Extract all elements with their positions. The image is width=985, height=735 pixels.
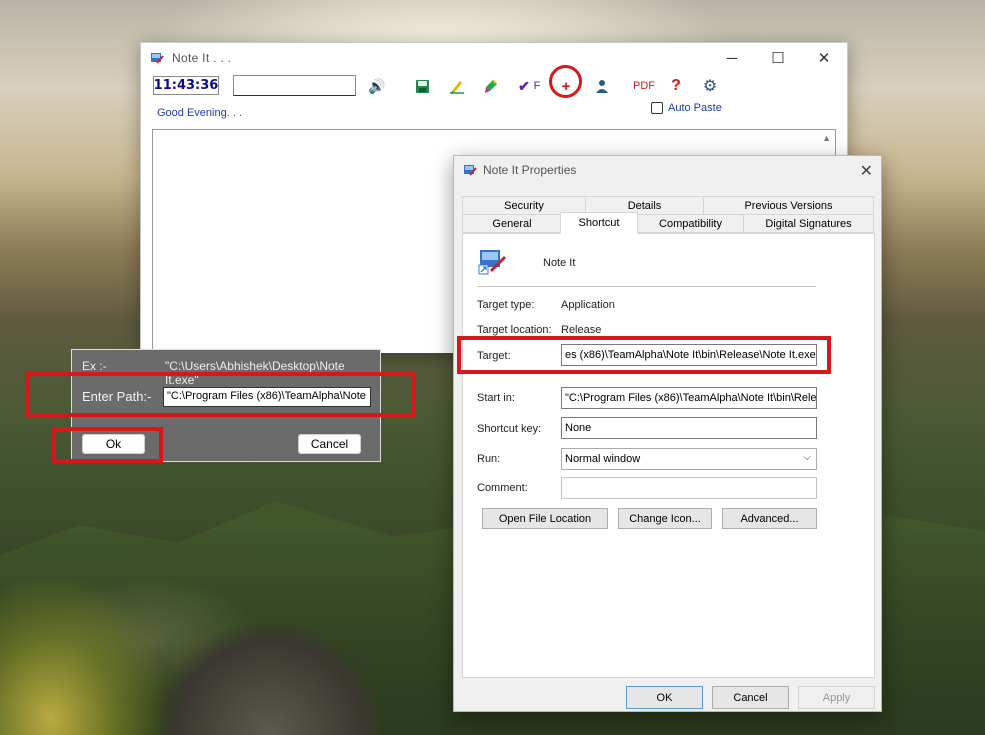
start-in-label: Start in: xyxy=(477,392,515,404)
target-location-value: Release xyxy=(561,324,602,336)
highlight-box-target-annotation xyxy=(457,336,831,374)
cancel-button[interactable]: Cancel xyxy=(298,434,361,454)
run-select-value: Normal window xyxy=(565,453,641,465)
separator xyxy=(477,286,816,287)
edit-pen-icon[interactable] xyxy=(448,77,466,95)
apply-button[interactable]: Apply xyxy=(798,686,875,709)
comment-field[interactable] xyxy=(561,477,817,499)
shortcut-key-field[interactable]: None xyxy=(561,417,817,439)
settings-gear-icon[interactable]: ⚙ xyxy=(702,77,718,95)
close-icon[interactable]: ✕ xyxy=(860,161,873,181)
spell-check-icon[interactable]: ✔ xyxy=(517,77,531,95)
properties-title-bar: Note It Properties xyxy=(463,163,576,177)
app-name: Note It xyxy=(543,257,576,269)
app-icon xyxy=(150,51,164,65)
auto-paste-option[interactable]: Auto Paste xyxy=(651,102,722,114)
spell-check-letter[interactable]: F xyxy=(532,77,542,95)
run-label: Run: xyxy=(477,453,501,465)
cancel-button[interactable]: Cancel xyxy=(712,686,789,709)
target-type-value: Application xyxy=(561,299,615,311)
target-location-label: Target location: xyxy=(477,324,552,336)
tab-previous-versions[interactable]: Previous Versions xyxy=(703,196,874,215)
user-icon[interactable] xyxy=(594,77,610,95)
open-file-location-button[interactable]: Open File Location xyxy=(482,508,608,529)
highlight-brush-icon[interactable] xyxy=(482,77,500,95)
pdf-export-icon[interactable]: PDF xyxy=(631,77,657,95)
app-icon xyxy=(463,163,477,177)
tab-digital-signatures[interactable]: Digital Signatures xyxy=(743,214,874,233)
comment-label: Comment: xyxy=(477,482,528,494)
maximize-button[interactable]: ☐ xyxy=(755,43,801,73)
help-icon[interactable]: ? xyxy=(669,77,683,95)
properties-dialog: Note It Properties ✕ Security Details Pr… xyxy=(453,155,882,712)
start-in-field[interactable]: "C:\Program Files (x86)\TeamAlpha\Note I… xyxy=(561,387,817,409)
shortcut-app-icon xyxy=(477,247,507,277)
auto-paste-label: Auto Paste xyxy=(668,102,722,114)
foreground-rocks xyxy=(160,625,380,735)
target-type-label: Target type: xyxy=(477,299,535,311)
clock-display: 11:43:36 xyxy=(153,76,219,95)
tab-general[interactable]: General xyxy=(462,214,562,233)
minimize-button[interactable]: ─ xyxy=(709,43,755,73)
highlight-circle-annotation xyxy=(549,65,582,98)
ok-button[interactable]: OK xyxy=(626,686,703,709)
window-title: Note It . . . xyxy=(172,51,232,65)
change-icon-button[interactable]: Change Icon... xyxy=(618,508,712,529)
foreground-plants xyxy=(0,575,170,735)
chevron-down-icon: ⌵ xyxy=(803,452,811,463)
tab-compatibility[interactable]: Compatibility xyxy=(637,214,744,233)
highlight-box-path-annotation xyxy=(25,372,416,417)
scroll-up-arrow-icon[interactable]: ▲ xyxy=(822,133,831,143)
advanced-button[interactable]: Advanced... xyxy=(722,508,817,529)
toolbar: 11:43:36 🔊 ✔ F + PDF ? ⚙ xyxy=(141,73,847,99)
auto-paste-checkbox[interactable] xyxy=(651,102,663,114)
properties-title: Note It Properties xyxy=(483,163,577,177)
shortcut-key-label: Shortcut key: xyxy=(477,423,542,435)
shortcut-panel: Note It Target type: Application Target … xyxy=(462,233,875,678)
save-icon[interactable] xyxy=(413,77,431,95)
highlight-box-ok-annotation xyxy=(52,427,163,463)
run-select[interactable]: Normal window ⌵ xyxy=(561,448,817,470)
greeting-text: Good Evening. . . xyxy=(157,107,242,119)
tab-shortcut[interactable]: Shortcut xyxy=(560,212,638,234)
close-button[interactable]: ✕ xyxy=(801,43,847,73)
speaker-icon[interactable]: 🔊 xyxy=(367,77,387,95)
example-label: Ex :- xyxy=(82,359,107,373)
title-bar: Note It . . . ─ ☐ ✕ xyxy=(141,43,847,73)
toolbar-text-input[interactable] xyxy=(233,75,356,96)
